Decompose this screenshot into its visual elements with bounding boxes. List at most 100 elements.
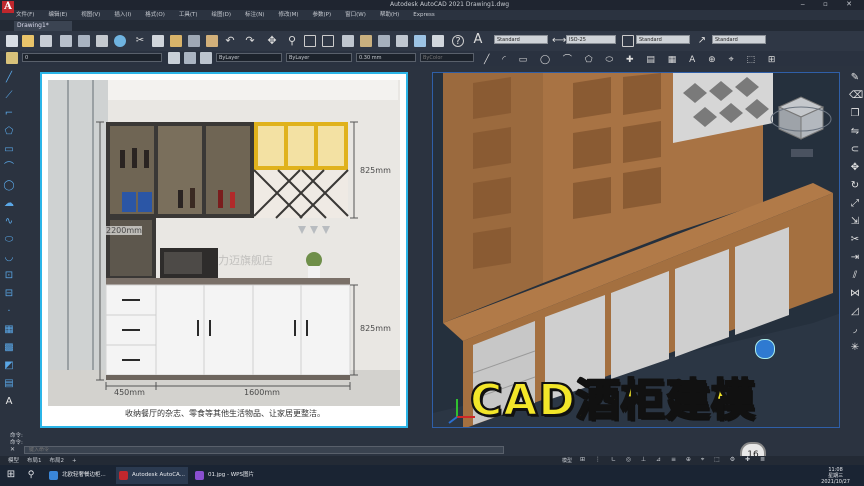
save-icon[interactable]: [40, 35, 52, 47]
print-icon[interactable]: [60, 35, 72, 47]
text-style-dropdown[interactable]: Standard: [494, 35, 548, 44]
polygon-icon[interactable]: ⬠: [3, 126, 15, 138]
zoom-previous-icon[interactable]: [322, 35, 334, 47]
copy-icon[interactable]: [152, 35, 164, 47]
reference-image-viewport[interactable]: 825mm 825mm 2200mm 450mm 1600mm 力迈旗舰店 收纳…: [40, 72, 408, 428]
make-block-icon[interactable]: ⊟: [3, 288, 15, 300]
wcs-menu-button[interactable]: [791, 149, 813, 157]
break-icon[interactable]: ⫽: [849, 270, 861, 282]
autocad-logo-icon[interactable]: A: [2, 1, 14, 13]
window-controls[interactable]: ‒ ▫ ✕: [800, 0, 860, 8]
offset-icon[interactable]: ⊂: [849, 144, 861, 156]
construction-line-icon[interactable]: ⟋: [3, 90, 15, 102]
taskbar-item-browser[interactable]: 北欧轻奢餐边柜...: [46, 467, 112, 484]
erase-icon[interactable]: ⌫: [849, 90, 863, 102]
polyline-icon[interactable]: ⌐: [3, 108, 15, 120]
paste-icon[interactable]: [170, 35, 182, 47]
menu-format[interactable]: 格式(O): [145, 10, 165, 18]
tab-layout2[interactable]: 布局2: [50, 456, 65, 464]
taskbar-item-wps[interactable]: 01.jpg - WPS图片: [192, 467, 272, 484]
revcloud-icon[interactable]: ☁: [3, 198, 15, 210]
menu-insert[interactable]: 插入(I): [114, 10, 131, 18]
menu-modify[interactable]: 修改(M): [278, 10, 298, 18]
layer-properties-icon[interactable]: [6, 52, 18, 64]
zoom-window-icon[interactable]: [304, 35, 316, 47]
pan-icon[interactable]: ✥: [266, 35, 278, 47]
help-icon[interactable]: ?: [452, 35, 464, 47]
multileader-style-dropdown[interactable]: Standard: [712, 35, 766, 44]
layer-dropdown[interactable]: 0: [22, 53, 162, 62]
zoom-realtime-icon[interactable]: ⚲: [286, 35, 298, 47]
publish-icon[interactable]: [96, 35, 108, 47]
menu-parametric[interactable]: 参数(P): [313, 10, 332, 18]
open-file-icon[interactable]: [22, 35, 34, 47]
lineweight-dropdown[interactable]: 0.30 mm: [356, 53, 416, 62]
extend-icon[interactable]: ⇥: [849, 252, 861, 264]
linetype-dropdown[interactable]: ByLayer: [286, 53, 352, 62]
3d-dwf-icon[interactable]: [114, 35, 126, 47]
gradient-icon[interactable]: ▩: [3, 342, 15, 354]
multileader-style-icon[interactable]: ↗: [696, 35, 708, 47]
calculator-icon[interactable]: [432, 35, 444, 47]
draw-toolbar-icons[interactable]: ╱ ◜ ▭ ◯ ⌒ ⬠ ⬭ ✚ ▤ ▦ A ⊕ ⌖ ⬚ ⊞: [484, 52, 780, 65]
menu-express[interactable]: Express: [413, 12, 434, 18]
windows-start-icon[interactable]: ⊞: [4, 468, 18, 482]
taskbar-item-autocad[interactable]: Autodesk AutoCA...: [116, 467, 188, 484]
design-center-icon[interactable]: [360, 35, 372, 47]
status-bar-toggles[interactable]: ⊞ ⋮ ∟ ◎ ⊥ ⊿ ≡ ⊕ ⌖ ⬚ ⚙ ✚ ≣: [580, 456, 769, 464]
dim-style-dropdown[interactable]: ISO-25: [566, 35, 616, 44]
point-icon[interactable]: ·: [3, 306, 15, 318]
menu-tools[interactable]: 工具(T): [179, 10, 198, 18]
mtext-icon[interactable]: A: [3, 396, 15, 408]
search-icon[interactable]: ⚲: [24, 468, 38, 482]
match-properties-icon[interactable]: [188, 35, 200, 47]
block-editor-icon[interactable]: [206, 35, 218, 47]
pencil-icon[interactable]: ✎: [849, 72, 861, 84]
line-icon[interactable]: ╱: [3, 72, 15, 84]
chamfer-icon[interactable]: ◿: [849, 306, 861, 318]
make-current-icon[interactable]: [168, 52, 180, 64]
arc-icon[interactable]: ⌒: [3, 162, 15, 174]
circle-icon[interactable]: ◯: [3, 180, 15, 192]
spline-icon[interactable]: ∿: [3, 216, 15, 228]
tab-model[interactable]: 模型: [8, 456, 19, 464]
sheet-set-icon[interactable]: [396, 35, 408, 47]
markup-icon[interactable]: [414, 35, 426, 47]
menu-dimension[interactable]: 标注(N): [245, 10, 264, 18]
layer-states-icon[interactable]: [200, 52, 212, 64]
color-dropdown[interactable]: ByLayer: [216, 53, 282, 62]
menu-draw[interactable]: 绘图(D): [212, 10, 232, 18]
redo-icon[interactable]: ↷: [244, 35, 256, 47]
undo-icon[interactable]: ↶: [224, 35, 236, 47]
command-input[interactable]: [24, 446, 504, 454]
tab-layout1[interactable]: 布局1: [27, 456, 42, 464]
copy-object-icon[interactable]: ❐: [849, 108, 861, 120]
menu-help[interactable]: 帮助(H): [380, 10, 399, 18]
rectangle-icon[interactable]: ▭: [3, 144, 15, 156]
layer-previous-icon[interactable]: [184, 52, 196, 64]
plotstyle-dropdown[interactable]: ByColor: [420, 53, 474, 62]
fillet-icon[interactable]: ◞: [849, 324, 861, 336]
table-style-icon[interactable]: [622, 35, 634, 47]
plot-preview-icon[interactable]: [78, 35, 90, 47]
menu-view[interactable]: 视图(V): [81, 10, 100, 18]
navigation-wheel-icon[interactable]: [755, 339, 775, 359]
insert-block-icon[interactable]: ⊡: [3, 270, 15, 282]
menu-edit[interactable]: 编辑(E): [48, 10, 67, 18]
properties-icon[interactable]: [342, 35, 354, 47]
trim-icon[interactable]: ✂: [849, 234, 861, 246]
join-icon[interactable]: ⋈: [849, 288, 861, 300]
ellipse-icon[interactable]: ⬭: [3, 234, 15, 246]
document-tab[interactable]: Drawing1*: [14, 21, 72, 31]
scale-icon[interactable]: ⤢: [849, 198, 861, 210]
new-file-icon[interactable]: [6, 35, 18, 47]
stretch-icon[interactable]: ⇲: [849, 216, 861, 228]
table-style-dropdown[interactable]: Standard: [636, 35, 690, 44]
rotate-icon[interactable]: ↻: [849, 180, 861, 192]
text-style-icon[interactable]: A: [472, 33, 484, 46]
dim-style-icon[interactable]: ⟷: [552, 35, 566, 47]
region-icon[interactable]: ◩: [3, 360, 15, 372]
status-model-label[interactable]: 模型: [562, 457, 572, 464]
mirror-icon[interactable]: ⇋: [849, 126, 861, 138]
menu-window[interactable]: 窗口(W): [345, 10, 366, 18]
